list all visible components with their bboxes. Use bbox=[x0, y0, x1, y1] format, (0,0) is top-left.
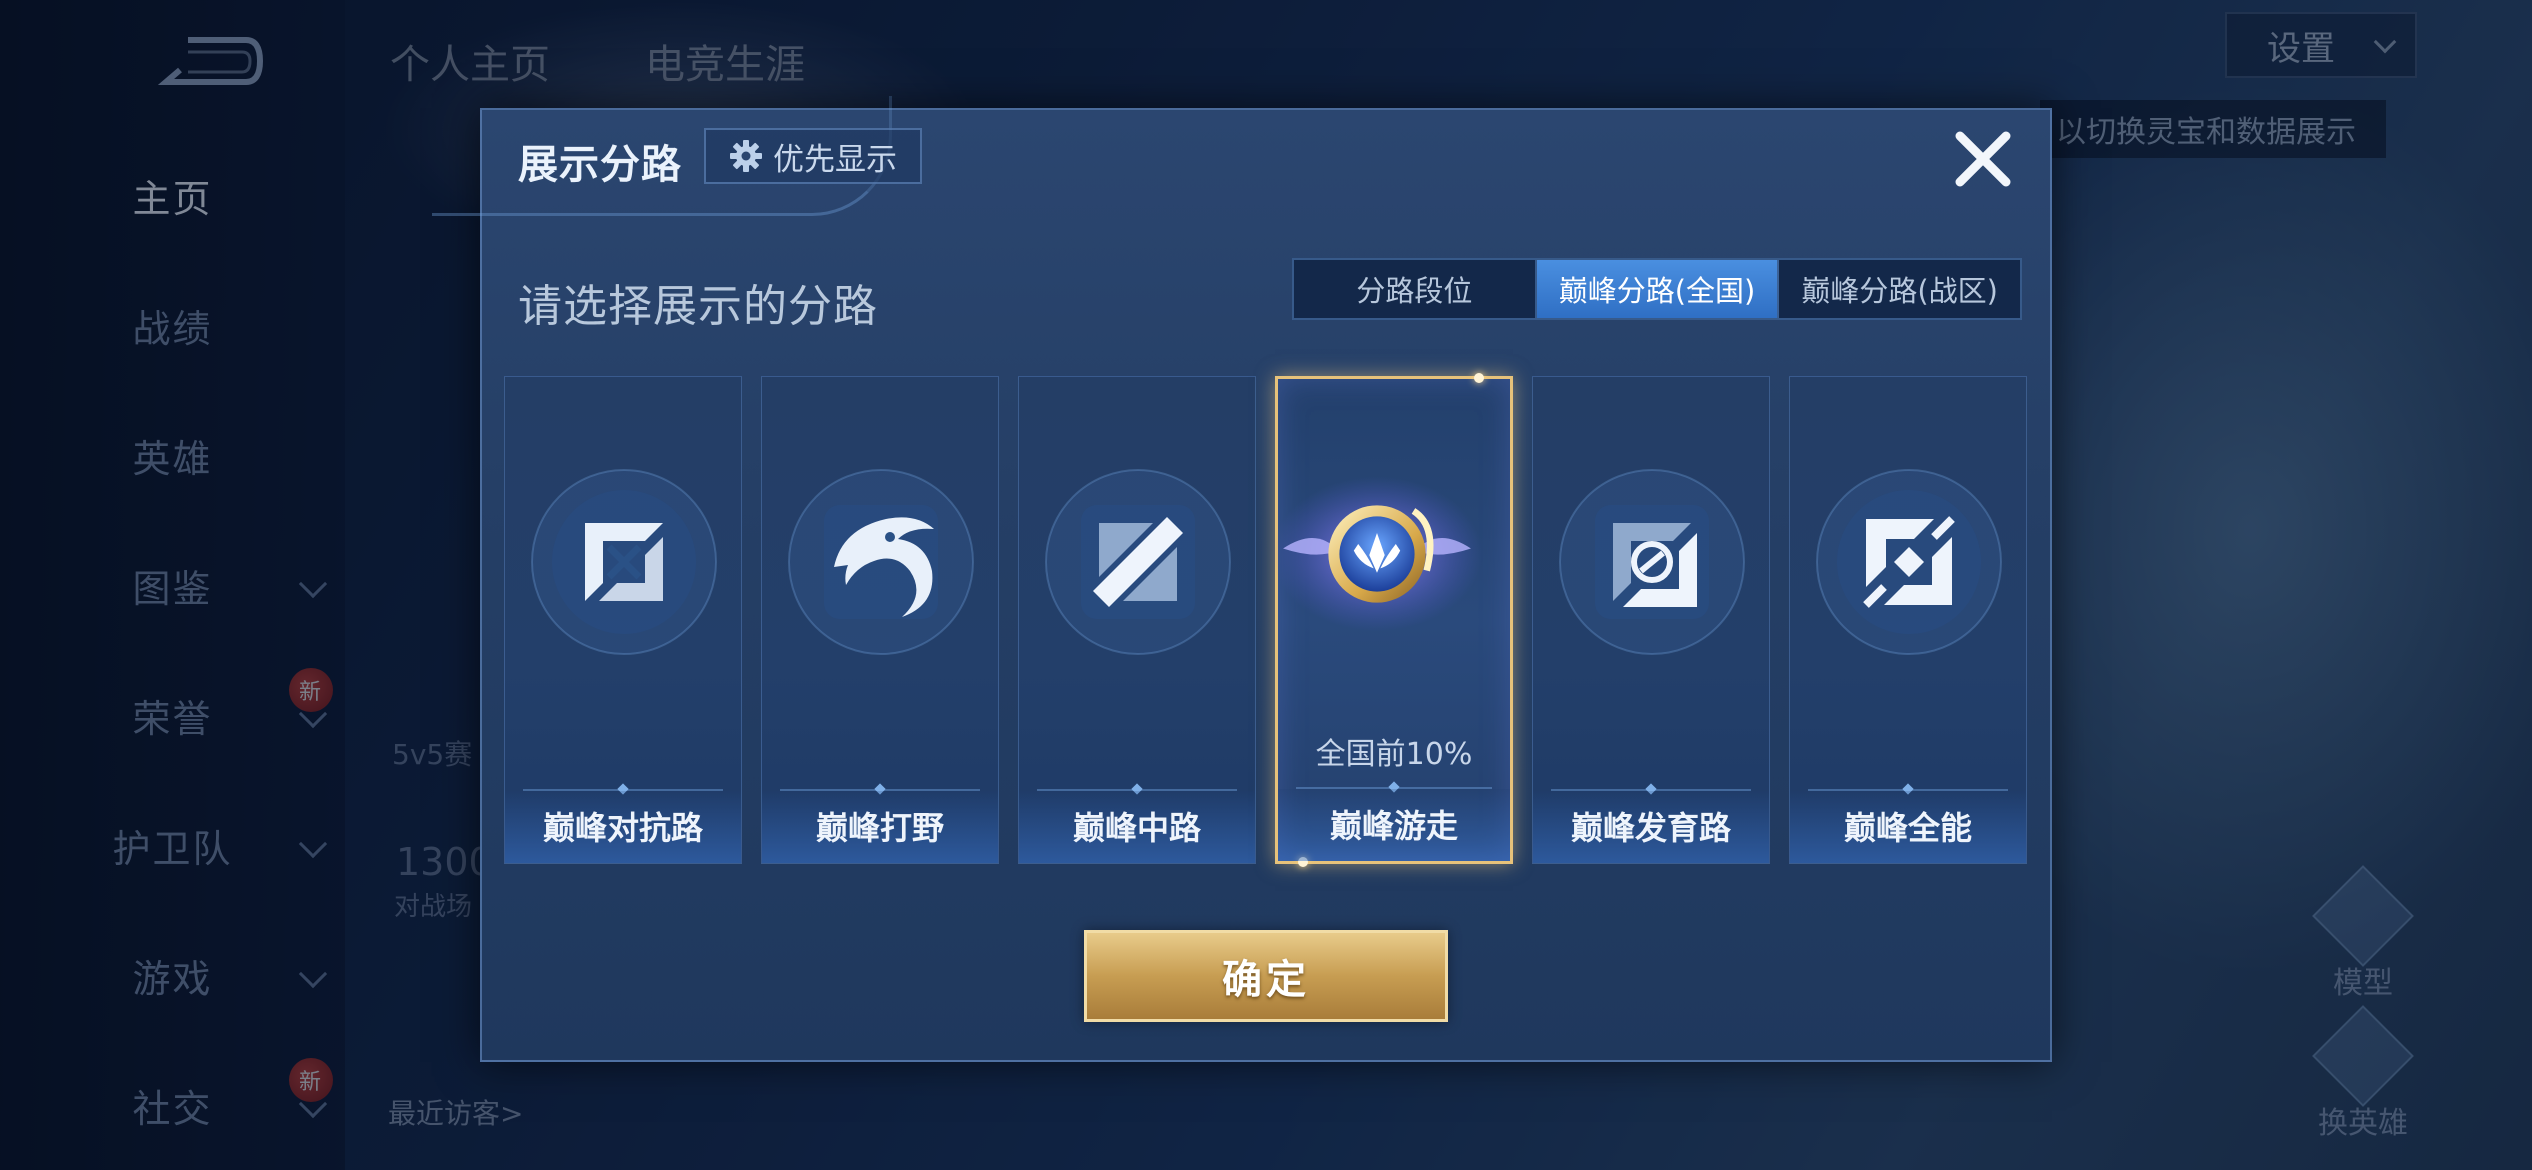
confirm-label: 确定 bbox=[1222, 957, 1310, 1003]
card-label: 巅峰游走 bbox=[1329, 807, 1458, 845]
clash-lane-icon bbox=[531, 469, 717, 655]
card-label: 巅峰中路 bbox=[1072, 809, 1201, 847]
lane-card-farm[interactable]: 巅峰发育路 bbox=[1532, 376, 1770, 864]
dialog-subtitle: 请选择展示的分路 bbox=[518, 281, 878, 332]
all-round-icon bbox=[1816, 469, 2002, 655]
lane-card-mid[interactable]: 巅峰中路 bbox=[1018, 376, 1256, 864]
lane-display-dialog: 展示分路 优先显示 请选择展示的分路 分路段位 巅峰分路(全国) 巅峰分路(战区… bbox=[432, 96, 2052, 1062]
card-label: 巅峰全能 bbox=[1843, 809, 1972, 847]
corner-sparkle bbox=[1474, 373, 1484, 383]
card-label: 巅峰打野 bbox=[815, 809, 944, 847]
gear-icon bbox=[730, 140, 762, 172]
card-label: 巅峰发育路 bbox=[1570, 809, 1731, 847]
lane-card-roam[interactable]: 全国前10% 巅峰游走 bbox=[1272, 373, 1513, 867]
jungle-icon bbox=[788, 469, 974, 655]
dialog-title: 展示分路 bbox=[518, 142, 682, 188]
lane-card-list: 巅峰对抗路 巅峰打野 巅峰中路 全国前10% 巅峰游走 巅峰发育路 巅峰全能 bbox=[504, 373, 2030, 867]
priority-label: 优先显示 bbox=[773, 141, 897, 178]
priority-display-button[interactable]: 优先显示 bbox=[704, 128, 922, 184]
ranking-scope-tabs: 分路段位 巅峰分路(全国) 巅峰分路(战区) bbox=[1292, 258, 2022, 320]
mid-lane-icon bbox=[1045, 469, 1231, 655]
farm-lane-icon bbox=[1559, 469, 1745, 655]
roam-icon bbox=[1272, 476, 1482, 632]
lane-card-jungle[interactable]: 巅峰打野 bbox=[761, 376, 999, 864]
rank-percentile: 全国前10% bbox=[1315, 737, 1473, 772]
lane-card-allround[interactable]: 巅峰全能 bbox=[1789, 376, 2027, 864]
lane-card-clash[interactable]: 巅峰对抗路 bbox=[504, 376, 742, 864]
tab-peak-region[interactable]: 巅峰分路(战区) bbox=[1779, 260, 2020, 318]
tab-lane-rank[interactable]: 分路段位 bbox=[1294, 260, 1537, 318]
close-icon[interactable] bbox=[1950, 126, 2016, 192]
tab-peak-national[interactable]: 巅峰分路(全国) bbox=[1536, 260, 1780, 318]
confirm-button[interactable]: 确定 bbox=[1084, 930, 1448, 1022]
card-label: 巅峰对抗路 bbox=[542, 809, 703, 847]
